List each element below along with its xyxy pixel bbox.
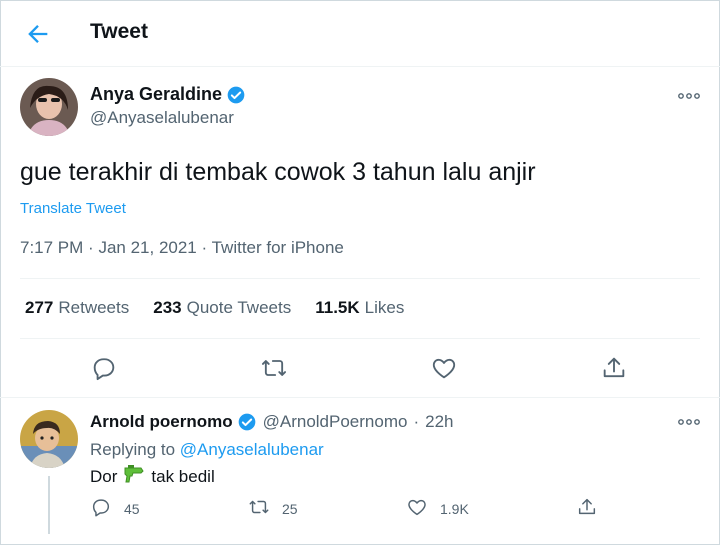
reply-text-before: Dor bbox=[90, 466, 118, 486]
page-title: Tweet bbox=[90, 20, 148, 43]
quote-tweets-stat[interactable]: 233 Quote Tweets bbox=[153, 298, 291, 318]
page-header: Tweet bbox=[0, 0, 720, 67]
reply-count: 45 bbox=[124, 500, 140, 517]
separator: · bbox=[88, 238, 94, 257]
reply-reply-button[interactable]: 45 bbox=[90, 496, 140, 521]
retweets-count: 277 bbox=[25, 298, 54, 317]
separator: · bbox=[413, 412, 420, 431]
likes-stat[interactable]: 11.5K Likes bbox=[315, 298, 404, 318]
translate-tweet-link[interactable]: Translate Tweet bbox=[20, 200, 126, 217]
share-icon[interactable] bbox=[600, 354, 630, 384]
author-name-text: Anya Geraldine bbox=[90, 84, 223, 104]
separator: · bbox=[201, 238, 208, 257]
heart-icon bbox=[406, 496, 428, 521]
like-count: 1.9K bbox=[440, 500, 469, 517]
quote-tweets-label: Quote Tweets bbox=[186, 298, 292, 317]
tweet-stats: 277 Retweets 233 Quote Tweets 11.5K Likes bbox=[25, 298, 404, 318]
more-dots-icon[interactable] bbox=[676, 414, 702, 430]
reply-header: Arnold poernomo @ArnoldPoernomo · 22h bbox=[90, 412, 454, 432]
tweet-time[interactable]: 7:17 PM bbox=[20, 238, 83, 257]
retweet-count: 25 bbox=[282, 500, 298, 517]
verified-badge-icon bbox=[237, 412, 257, 432]
author-handle[interactable]: @Anyaselalubenar bbox=[90, 108, 234, 128]
reply-retweet-button[interactable]: 25 bbox=[248, 496, 298, 521]
reply-text-after: tak bedil bbox=[151, 466, 215, 486]
reply-author-handle[interactable]: @ArnoldPoernomo bbox=[263, 412, 408, 432]
share-icon bbox=[576, 496, 598, 521]
retweet-icon bbox=[248, 496, 270, 521]
replying-to-prefix: Replying to bbox=[90, 440, 176, 459]
thread-line bbox=[48, 476, 50, 534]
divider bbox=[0, 397, 720, 398]
tweet-metadata: 7:17 PM · Jan 21, 2021 · Twitter for iPh… bbox=[20, 238, 344, 258]
divider bbox=[20, 338, 700, 339]
author-name[interactable]: Anya Geraldine bbox=[90, 84, 246, 105]
reply-icon[interactable] bbox=[90, 354, 120, 384]
likes-label: Likes bbox=[364, 298, 405, 317]
reply-like-button[interactable]: 1.9K bbox=[406, 496, 469, 521]
retweet-icon[interactable] bbox=[260, 354, 290, 384]
reply-text: Dor tak bedil bbox=[90, 464, 215, 489]
likes-count: 11.5K bbox=[315, 298, 360, 317]
retweets-stat[interactable]: 277 Retweets bbox=[25, 298, 129, 318]
reply-share-button[interactable] bbox=[576, 496, 598, 521]
verified-badge-icon bbox=[226, 85, 246, 105]
reply-time[interactable]: 22h bbox=[425, 412, 453, 432]
tweet-date[interactable]: Jan 21, 2021 bbox=[98, 238, 196, 257]
water-pistol-icon bbox=[123, 464, 145, 489]
heart-icon[interactable] bbox=[430, 354, 460, 384]
reply-avatar[interactable] bbox=[20, 410, 78, 468]
avatar[interactable] bbox=[20, 78, 78, 136]
back-arrow-icon[interactable] bbox=[24, 20, 52, 48]
reply-author-name[interactable]: Arnold poernomo bbox=[90, 412, 233, 432]
replying-to: Replying to @Anyaselalubenar bbox=[90, 440, 324, 460]
quote-tweets-count: 233 bbox=[153, 298, 182, 317]
reply-icon bbox=[90, 496, 112, 521]
more-dots-icon[interactable] bbox=[676, 88, 702, 104]
retweets-label: Retweets bbox=[58, 298, 130, 317]
divider bbox=[20, 278, 700, 279]
tweet-text: gue terakhir di tembak cowok 3 tahun lal… bbox=[20, 158, 536, 186]
tweet-source[interactable]: Twitter for iPhone bbox=[212, 238, 344, 257]
replying-to-handle[interactable]: @Anyaselalubenar bbox=[180, 440, 324, 459]
